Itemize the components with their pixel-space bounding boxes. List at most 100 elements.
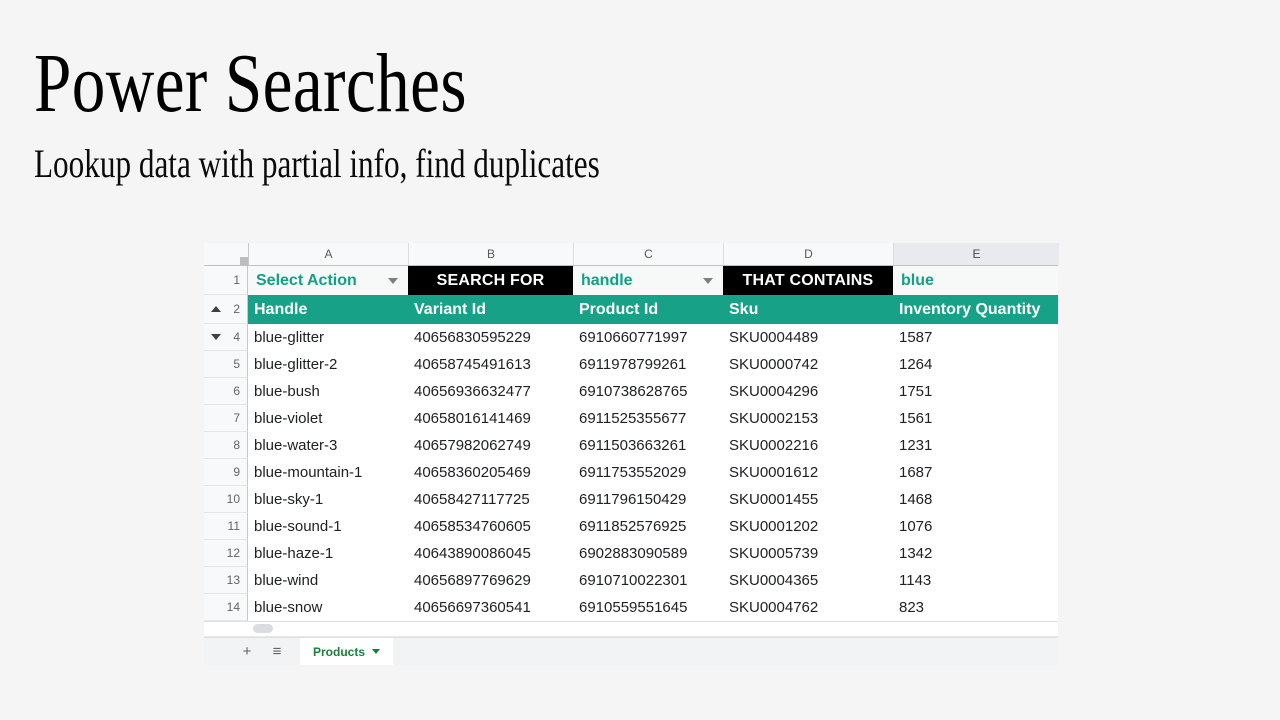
table-body: 4blue-glitter406568305952296910660771997… xyxy=(204,324,1058,621)
cell-inventory-quantity[interactable]: 1751 xyxy=(893,378,1058,405)
cell-sku[interactable]: SKU0002216 xyxy=(723,432,893,459)
cell-sku[interactable]: SKU0005739 xyxy=(723,540,893,567)
cell-variant-id[interactable]: 40657982062749 xyxy=(408,432,573,459)
add-sheet-button[interactable]: + xyxy=(232,638,262,665)
cell-inventory-quantity[interactable]: 1264 xyxy=(893,351,1058,378)
cell-product-id[interactable]: 6910738628765 xyxy=(573,378,723,405)
cell-product-id[interactable]: 6911753552029 xyxy=(573,459,723,486)
cell-inventory-quantity[interactable]: 1231 xyxy=(893,432,1058,459)
select-action-dropdown[interactable]: Select Action xyxy=(248,266,408,295)
select-all-corner[interactable] xyxy=(204,243,249,265)
column-header-d[interactable]: D xyxy=(724,243,894,265)
cell-variant-id[interactable]: 40656897769629 xyxy=(408,567,573,594)
cell-product-id[interactable]: 6910710022301 xyxy=(573,567,723,594)
table-header-row: 2 Handle Variant Id Product Id Sku Inven… xyxy=(204,295,1058,324)
cell-variant-id[interactable]: 40643890086045 xyxy=(408,540,573,567)
cell-handle[interactable]: blue-water-3 xyxy=(248,432,408,459)
row-header-8[interactable]: 8 xyxy=(204,432,248,459)
cell-product-id[interactable]: 6910559551645 xyxy=(573,594,723,621)
cell-handle[interactable]: blue-glitter-2 xyxy=(248,351,408,378)
cell-sku[interactable]: SKU0000742 xyxy=(723,351,893,378)
row-header-7[interactable]: 7 xyxy=(204,405,248,432)
cell-variant-id[interactable]: 40658745491613 xyxy=(408,351,573,378)
cell-inventory-quantity[interactable]: 1587 xyxy=(893,324,1058,351)
that-contains-label: THAT CONTAINS xyxy=(723,266,893,295)
page-title: Power Searches xyxy=(34,44,914,125)
row-header-14[interactable]: 14 xyxy=(204,594,248,621)
cell-inventory-quantity[interactable]: 1561 xyxy=(893,405,1058,432)
cell-variant-id[interactable]: 40658534760605 xyxy=(408,513,573,540)
cell-product-id[interactable]: 6911525355677 xyxy=(573,405,723,432)
cell-handle[interactable]: blue-wind xyxy=(248,567,408,594)
cell-sku[interactable]: SKU0004296 xyxy=(723,378,893,405)
cell-sku[interactable]: SKU0001455 xyxy=(723,486,893,513)
cell-inventory-quantity[interactable]: 1076 xyxy=(893,513,1058,540)
row-header-10[interactable]: 10 xyxy=(204,486,248,513)
cell-inventory-quantity[interactable]: 1468 xyxy=(893,486,1058,513)
chevron-down-icon[interactable] xyxy=(372,649,380,654)
row-header-4[interactable]: 4 xyxy=(204,324,248,351)
cell-sku[interactable]: SKU0002153 xyxy=(723,405,893,432)
cell-handle[interactable]: blue-sound-1 xyxy=(248,513,408,540)
row-header-11[interactable]: 11 xyxy=(204,513,248,540)
row-header-6[interactable]: 6 xyxy=(204,378,248,405)
cell-inventory-quantity[interactable]: 1342 xyxy=(893,540,1058,567)
triangle-down-icon xyxy=(211,334,221,340)
column-header-c[interactable]: C xyxy=(574,243,724,265)
cell-handle[interactable]: blue-violet xyxy=(248,405,408,432)
cell-handle[interactable]: blue-snow xyxy=(248,594,408,621)
select-action-label: Select Action xyxy=(254,272,357,290)
cell-handle[interactable]: blue-bush xyxy=(248,378,408,405)
sheet-tab-label: Products xyxy=(313,645,365,659)
cell-inventory-quantity[interactable]: 1143 xyxy=(893,567,1058,594)
cell-handle[interactable]: blue-sky-1 xyxy=(248,486,408,513)
table-row: 12blue-haze-1406438900860456902883090589… xyxy=(204,540,1058,567)
cell-sku[interactable]: SKU0004489 xyxy=(723,324,893,351)
table-column-sku: Sku xyxy=(723,295,893,324)
row-header-13[interactable]: 13 xyxy=(204,567,248,594)
row-number-label: 5 xyxy=(233,357,240,371)
cell-variant-id[interactable]: 40658427117725 xyxy=(408,486,573,513)
cell-product-id[interactable]: 6911978799261 xyxy=(573,351,723,378)
row-header-9[interactable]: 9 xyxy=(204,459,248,486)
horizontal-scrollbar[interactable] xyxy=(204,622,1058,637)
cell-product-id[interactable]: 6910660771997 xyxy=(573,324,723,351)
cell-variant-id[interactable]: 40656697360541 xyxy=(408,594,573,621)
cell-variant-id[interactable]: 40658016141469 xyxy=(408,405,573,432)
cell-variant-id[interactable]: 40656830595229 xyxy=(408,324,573,351)
cell-product-id[interactable]: 6911796150429 xyxy=(573,486,723,513)
cell-variant-id[interactable]: 40658360205469 xyxy=(408,459,573,486)
cell-inventory-quantity[interactable]: 1687 xyxy=(893,459,1058,486)
cell-variant-id[interactable]: 40656936632477 xyxy=(408,378,573,405)
row-header-12[interactable]: 12 xyxy=(204,540,248,567)
table-column-inventory-quantity: Inventory Quantity xyxy=(893,295,1058,324)
cell-sku[interactable]: SKU0004762 xyxy=(723,594,893,621)
column-header-row: A B C D E xyxy=(204,243,1058,266)
cell-inventory-quantity[interactable]: 823 xyxy=(893,594,1058,621)
cell-product-id[interactable]: 6902883090589 xyxy=(573,540,723,567)
cell-sku[interactable]: SKU0004365 xyxy=(723,567,893,594)
row-header-1[interactable]: 1 xyxy=(204,266,248,295)
cell-handle[interactable]: blue-haze-1 xyxy=(248,540,408,567)
table-column-product-id: Product Id xyxy=(573,295,723,324)
column-header-b[interactable]: B xyxy=(409,243,574,265)
column-header-a[interactable]: A xyxy=(249,243,409,265)
cell-product-id[interactable]: 6911503663261 xyxy=(573,432,723,459)
chevron-down-icon xyxy=(388,278,398,284)
cell-handle[interactable]: blue-glitter xyxy=(248,324,408,351)
horizontal-scrollbar-thumb[interactable] xyxy=(253,624,273,633)
table-row: 4blue-glitter406568305952296910660771997… xyxy=(204,324,1058,351)
row-header-2[interactable]: 2 xyxy=(204,295,248,324)
column-header-e[interactable]: E xyxy=(894,243,1059,265)
row-header-5[interactable]: 5 xyxy=(204,351,248,378)
search-field-dropdown[interactable]: handle xyxy=(573,266,723,295)
condition-value-input[interactable]: blue xyxy=(893,266,1058,295)
cell-handle[interactable]: blue-mountain-1 xyxy=(248,459,408,486)
cell-sku[interactable]: SKU0001202 xyxy=(723,513,893,540)
table-column-handle: Handle xyxy=(248,295,408,324)
cell-product-id[interactable]: 6911852576925 xyxy=(573,513,723,540)
all-sheets-icon[interactable]: ≡ xyxy=(262,638,292,665)
chevron-down-icon xyxy=(703,278,713,284)
cell-sku[interactable]: SKU0001612 xyxy=(723,459,893,486)
sheet-tab-products[interactable]: Products xyxy=(300,638,393,665)
